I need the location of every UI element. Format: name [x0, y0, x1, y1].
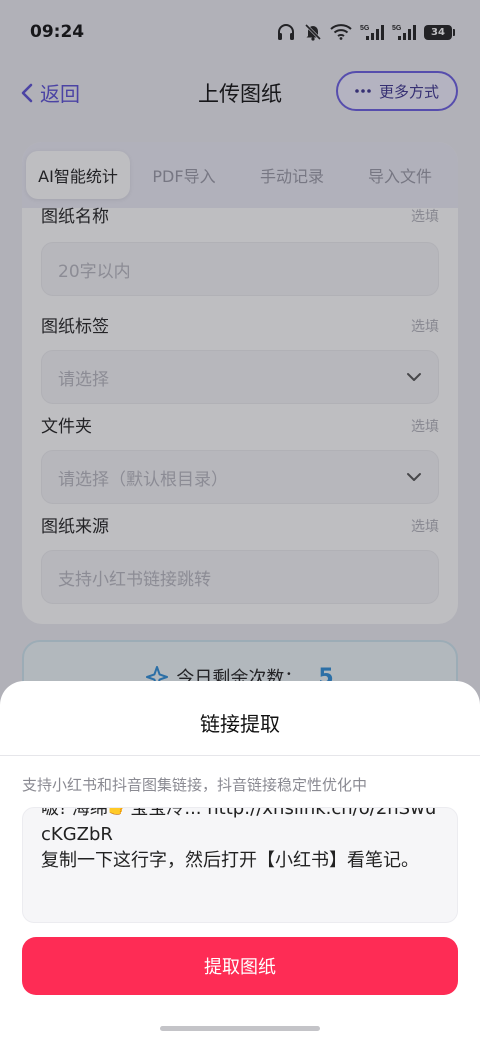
home-indicator: [160, 1026, 320, 1031]
link-extract-sheet: 链接提取 支持小红书和抖音图集链接，抖音链接稳定性优化中 啵! 海绵👉宝宝冷..…: [0, 681, 480, 1041]
sheet-hint: 支持小红书和抖音图集链接，抖音链接稳定性优化中: [22, 776, 368, 794]
sheet-divider: [0, 755, 480, 756]
link-textarea[interactable]: 啵! 海绵👉宝宝冷... http://xhslink.cn/o/2hSwucK…: [22, 807, 458, 923]
sheet-title: 链接提取: [200, 712, 280, 736]
link-text: 啵! 海绵👉宝宝冷... http://xhslink.cn/o/2hSwucK…: [41, 807, 437, 871]
extract-drawing-button[interactable]: 提取图纸: [22, 937, 458, 995]
